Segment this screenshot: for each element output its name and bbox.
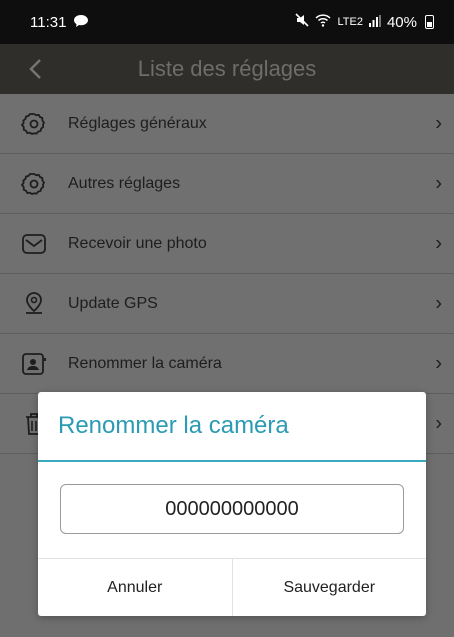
setting-label: Renommer la caméra	[68, 354, 222, 372]
status-left: 11:31	[30, 13, 89, 31]
setting-label: Réglages généraux	[68, 114, 207, 132]
save-button[interactable]: Sauvegarder	[231, 559, 427, 616]
setting-label: Autres réglages	[68, 174, 181, 192]
status-bar: 11:31 LTE2 40%	[0, 0, 454, 44]
signal-icon	[368, 14, 381, 31]
chevron-right-icon: ›	[435, 112, 442, 134]
setting-item-update-gps[interactable]: Update GPS ›	[0, 274, 454, 334]
app-header: Liste des réglages	[0, 44, 454, 94]
setting-label: Update GPS	[68, 294, 158, 312]
dialog-input-wrap	[38, 462, 426, 534]
setting-item-other[interactable]: Autres réglages ›	[0, 154, 454, 214]
dialog-title: Renommer la caméra	[38, 392, 426, 462]
chevron-right-icon: ›	[435, 412, 442, 434]
gear-icon	[0, 111, 68, 137]
battery-icon	[425, 15, 434, 29]
gear-icon	[0, 171, 68, 197]
chevron-left-icon	[29, 59, 41, 79]
chevron-right-icon: ›	[435, 172, 442, 194]
setting-item-receive-photo[interactable]: Recevoir une photo ›	[0, 214, 454, 274]
network-type-label: LTE2	[337, 16, 363, 28]
mute-icon	[295, 13, 310, 31]
location-pin-icon	[0, 291, 68, 317]
camera-name-input[interactable]	[60, 484, 404, 534]
chevron-right-icon: ›	[435, 232, 442, 254]
dialog-actions: Annuler Sauvegarder	[38, 558, 426, 616]
cancel-button[interactable]: Annuler	[38, 559, 232, 616]
setting-label: Recevoir une photo	[68, 234, 207, 252]
rename-camera-dialog: Renommer la caméra Annuler Sauvegarder	[38, 392, 426, 616]
battery-percent: 40%	[386, 13, 417, 31]
setting-item-rename-camera[interactable]: Renommer la caméra ›	[0, 334, 454, 394]
status-right: LTE2 40%	[295, 13, 434, 31]
message-bubble-icon	[74, 14, 89, 31]
wifi-icon	[315, 13, 332, 31]
back-button[interactable]	[0, 44, 70, 94]
chevron-right-icon: ›	[435, 352, 442, 374]
status-time: 11:31	[30, 13, 67, 31]
envelope-icon	[0, 232, 68, 256]
chevron-right-icon: ›	[435, 292, 442, 314]
setting-item-general[interactable]: Réglages généraux ›	[0, 94, 454, 154]
contact-card-icon	[0, 352, 68, 376]
